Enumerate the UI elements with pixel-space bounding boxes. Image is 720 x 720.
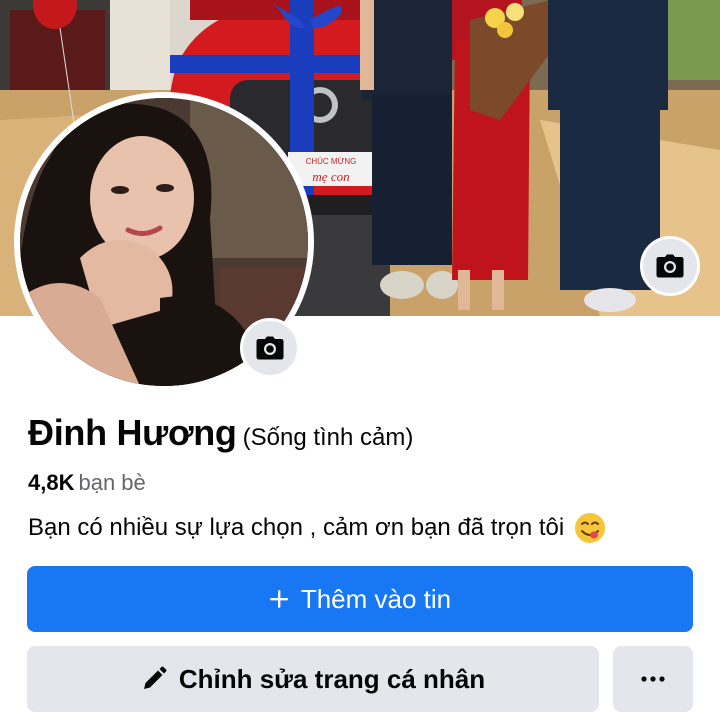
add-to-story-button[interactable]: Thêm vào tin (27, 566, 693, 632)
face-savoring-food-emoji (575, 513, 606, 543)
camera-icon (256, 336, 284, 360)
plate-line-2: mẹ con (312, 169, 349, 184)
friends-count-row[interactable]: 4,8K bạn bè (28, 470, 146, 496)
avatar-camera-button[interactable] (240, 318, 300, 378)
edit-profile-label: Chỉnh sửa trang cá nhân (178, 663, 486, 694)
profile-name-row: Đinh Hương (Sống tình cảm) (28, 412, 413, 454)
more-options-button[interactable] (613, 646, 693, 712)
camera-icon (656, 254, 684, 278)
plate-line-1: CHÚC MỪNG (306, 157, 357, 166)
profile-nickname: (Sống tình cảm) (242, 424, 414, 451)
plus-icon (269, 589, 289, 609)
bio-text: Bạn có nhiều sự lựa chọn , cảm ơn bạn đã… (28, 514, 565, 541)
friends-count: 4,8K (28, 470, 75, 495)
more-horizontal-icon (641, 676, 665, 682)
add-to-story-label: Thêm vào tin (300, 583, 452, 614)
pencil-icon (141, 666, 167, 692)
profile-bio: Bạn có nhiều sự lựa chọn , cảm ơn bạn đã… (28, 512, 606, 544)
edit-profile-button[interactable]: Chỉnh sửa trang cá nhân (27, 646, 599, 712)
profile-page: CHÚC MỪNG mẹ con Đinh Hương (Sống tình c… (0, 0, 720, 720)
profile-name: Đinh Hương (28, 412, 237, 453)
friends-label: bạn bè (78, 470, 146, 495)
cover-camera-button[interactable] (640, 236, 700, 296)
